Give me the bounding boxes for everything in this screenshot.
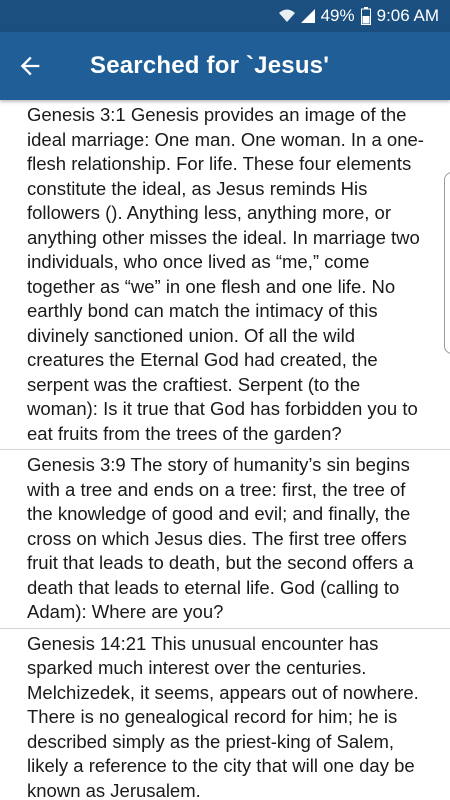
search-result-item[interactable]: Genesis 3:9 The story of humanity’s sin … bbox=[0, 450, 450, 629]
wifi-icon bbox=[278, 9, 295, 22]
app-bar: Searched for `Jesus' bbox=[0, 32, 450, 100]
result-text: Genesis 3:1 Genesis provides an image of… bbox=[27, 104, 424, 444]
scroll-indicator[interactable] bbox=[444, 172, 450, 354]
page-title: Searched for `Jesus' bbox=[90, 52, 330, 79]
arrow-left-icon[interactable] bbox=[16, 52, 44, 80]
search-result-item[interactable]: Genesis 3:1 Genesis provides an image of… bbox=[0, 100, 450, 450]
result-text: Genesis 14:21 This unusual encounter has… bbox=[27, 632, 419, 800]
battery-icon bbox=[360, 7, 371, 25]
search-result-item[interactable]: Genesis 14:21 This unusual encounter has… bbox=[0, 629, 450, 800]
result-text: Genesis 3:9 The story of humanity’s sin … bbox=[27, 454, 414, 622]
battery-percent: 49% bbox=[320, 6, 355, 25]
status-bar: 49% 9:06 AM bbox=[0, 0, 450, 32]
search-results-list[interactable]: Genesis 3:1 Genesis provides an image of… bbox=[0, 100, 450, 800]
clock: 9:06 AM bbox=[376, 6, 439, 25]
signal-icon bbox=[300, 9, 315, 23]
